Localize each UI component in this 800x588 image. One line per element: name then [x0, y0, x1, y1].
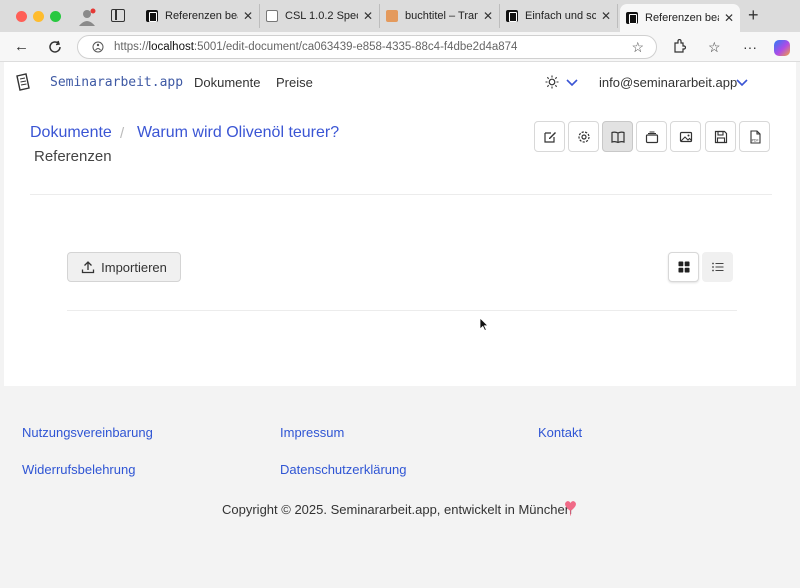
header-divider — [30, 194, 772, 195]
tab-title: buchtitel – Translate — [405, 10, 478, 22]
svg-text:PDF: PDF — [751, 138, 758, 142]
footer-link-nutzungsvereinbarung[interactable]: Nutzungsvereinbarung — [22, 425, 153, 440]
pdf-icon: PDF — [749, 129, 761, 144]
url-host: localhost — [148, 41, 194, 53]
layers-icon — [645, 130, 658, 143]
book-icon — [610, 131, 625, 143]
tab-title: Einfach und schnell — [525, 10, 596, 22]
tab-title: Referenzen bearbeiten — [165, 10, 238, 22]
browser-tab[interactable]: Referenzen bearbeiten ✕ — [140, 4, 260, 28]
site-info-icon[interactable] — [92, 41, 104, 53]
close-tab-icon[interactable]: ✕ — [722, 11, 736, 25]
brand-link[interactable]: Seminararbeit.app — [50, 75, 183, 90]
image-button[interactable] — [670, 121, 701, 152]
nav-dokumente[interactable]: Dokumente — [194, 75, 260, 90]
list-view-button[interactable] — [702, 252, 733, 282]
document-favicon — [266, 10, 278, 22]
references-button[interactable] — [602, 121, 633, 152]
image-icon — [679, 131, 692, 142]
seminararbeit-favicon — [626, 12, 638, 24]
more-menu-icon[interactable]: ··· — [743, 39, 757, 55]
breadcrumb-document[interactable]: Warum wird Olivenöl teurer? — [137, 124, 339, 142]
browser-tab[interactable]: Einfach und schnell ✕ — [500, 4, 618, 28]
close-tab-icon[interactable]: ✕ — [599, 9, 613, 23]
tab-title: Referenzen bearbeiten — [645, 12, 719, 24]
save-button[interactable] — [705, 121, 736, 152]
copyright-text: Copyright © 2025. Seminararbeit.app, ent… — [222, 502, 572, 517]
browser-tab[interactable]: buchtitel – Translate ✕ — [380, 4, 500, 28]
window-minimize-button[interactable] — [33, 11, 44, 22]
close-tab-icon[interactable]: ✕ — [481, 9, 495, 23]
settings-icon — [577, 130, 590, 143]
breadcrumb-current: Referenzen — [34, 148, 112, 165]
footer-link-widerrufsbelehrung[interactable]: Widerrufsbelehrung — [22, 462, 135, 477]
browser-tab[interactable]: CSL 1.0.2 Specification ✕ — [260, 4, 380, 28]
browser-tab-active[interactable]: Referenzen bearbeiten ✕ — [620, 4, 740, 32]
reload-icon[interactable] — [48, 40, 62, 54]
upload-icon — [81, 261, 95, 274]
close-tab-icon[interactable]: ✕ — [241, 9, 255, 23]
references-divider — [67, 310, 737, 311]
page-content: Seminararbeit.app Dokumente Preise info@… — [4, 62, 796, 386]
footer-link-datenschutz[interactable]: Datenschutzerklärung — [280, 462, 406, 477]
seminararbeit-favicon — [506, 10, 518, 22]
nav-preise[interactable]: Preise — [276, 75, 313, 90]
breadcrumb-separator: / — [120, 125, 125, 142]
layers-button[interactable] — [636, 121, 667, 152]
chevron-down-icon[interactable] — [566, 79, 578, 87]
user-menu[interactable]: info@seminararbeit.app — [599, 75, 737, 90]
extensions-icon[interactable] — [672, 39, 686, 53]
window-close-button[interactable] — [16, 11, 27, 22]
window-maximize-button[interactable] — [50, 11, 61, 22]
settings-button[interactable] — [568, 121, 599, 152]
sidebar-toggle-icon[interactable] — [111, 9, 125, 22]
translate-favicon — [386, 10, 398, 22]
grid-view-icon — [678, 261, 689, 273]
profile-icon[interactable] — [78, 8, 96, 26]
back-icon[interactable]: ← — [14, 38, 29, 55]
copilot-icon[interactable] — [774, 40, 790, 56]
footer-link-kontakt[interactable]: Kontakt — [538, 425, 582, 440]
list-view-icon — [711, 262, 723, 272]
tab-title: CSL 1.0.2 Specification — [285, 10, 358, 22]
new-tab-icon[interactable]: + — [748, 5, 759, 26]
browser-toolbar: ← https://localhost:5001/edit-document/c… — [0, 32, 800, 62]
url-path: :5001/edit-document/ca063439-e858-4335-8… — [193, 41, 518, 53]
mouse-cursor-icon — [479, 317, 489, 331]
sun-icon[interactable] — [545, 75, 559, 89]
edit-icon — [543, 131, 556, 143]
grid-view-button[interactable] — [668, 252, 699, 282]
heart-balloon-icon — [565, 501, 576, 516]
pdf-export-button[interactable]: PDF — [739, 121, 770, 152]
edit-button[interactable] — [534, 121, 565, 152]
save-icon — [714, 130, 727, 143]
chevron-down-icon[interactable] — [736, 79, 748, 87]
footer-link-impressum[interactable]: Impressum — [280, 425, 344, 440]
url-prefix: https:// — [114, 41, 149, 53]
close-tab-icon[interactable]: ✕ — [361, 9, 375, 23]
import-button[interactable]: Importieren — [67, 252, 181, 282]
address-bar[interactable]: https://localhost:5001/edit-document/ca0… — [77, 35, 657, 59]
favorites-icon[interactable]: ☆ — [708, 39, 721, 56]
browser-tab-bar: Referenzen bearbeiten ✕ CSL 1.0.2 Specif… — [0, 0, 800, 32]
breadcrumb-dokumente[interactable]: Dokumente — [30, 124, 112, 142]
favorite-star-icon[interactable]: ☆ — [631, 39, 644, 56]
logo-icon[interactable] — [15, 73, 31, 91]
import-label: Importieren — [101, 259, 167, 275]
seminararbeit-favicon — [146, 10, 158, 22]
